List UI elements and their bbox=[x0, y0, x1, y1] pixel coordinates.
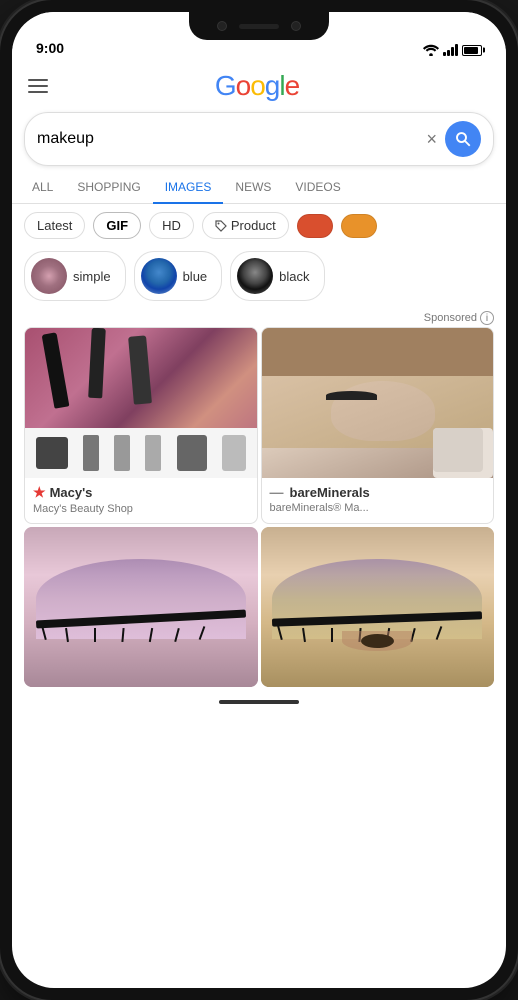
star-icon: ★ bbox=[33, 484, 46, 501]
product-label: Product bbox=[231, 218, 276, 233]
filter-latest[interactable]: Latest bbox=[24, 212, 85, 239]
macys-info: ★ Macy's Macy's Beauty Shop bbox=[25, 478, 257, 523]
macys-mini-products bbox=[25, 428, 257, 478]
filter-product[interactable]: Product bbox=[202, 212, 289, 239]
macys-sublabel: Macy's Beauty Shop bbox=[33, 503, 249, 515]
bareminerals-sublabel: bareMinerals® Ma... bbox=[270, 502, 486, 514]
phone-screen: 9:00 bbox=[12, 12, 506, 988]
tab-news[interactable]: NEWS bbox=[223, 172, 283, 203]
related-blue[interactable]: blue bbox=[134, 251, 223, 301]
sponsored-section: Sponsored i bbox=[12, 309, 506, 327]
battery-icon bbox=[462, 45, 482, 56]
time-display: 9:00 bbox=[36, 40, 64, 56]
phone-frame: 9:00 bbox=[0, 0, 518, 1000]
status-icons bbox=[423, 44, 482, 56]
notch bbox=[189, 12, 329, 40]
dash-icon: — bbox=[270, 484, 284, 500]
search-icon bbox=[454, 130, 472, 148]
filter-gif[interactable]: GIF bbox=[93, 212, 141, 239]
related-blue-label: blue bbox=[183, 269, 208, 284]
related-searches: simple blue black bbox=[12, 247, 506, 309]
home-pill[interactable] bbox=[219, 700, 299, 704]
tab-images[interactable]: IMAGES bbox=[153, 172, 224, 204]
macys-product-image bbox=[25, 328, 257, 478]
wifi-icon bbox=[423, 44, 439, 56]
sponsored-info-button[interactable]: i bbox=[480, 311, 494, 325]
search-query: makeup bbox=[37, 130, 426, 148]
thumb-simple bbox=[31, 258, 67, 294]
bare-overlay bbox=[433, 428, 493, 478]
camera-icon-2 bbox=[291, 21, 301, 31]
logo-g2: g bbox=[265, 70, 280, 101]
tab-videos[interactable]: VIDEOS bbox=[283, 172, 352, 203]
tag-icon bbox=[215, 220, 227, 232]
eye-image-1[interactable] bbox=[24, 527, 258, 687]
search-bar[interactable]: makeup × bbox=[24, 112, 494, 166]
clear-search-button[interactable]: × bbox=[426, 129, 437, 150]
bareminerals-info: — bareMinerals bareMinerals® Ma... bbox=[262, 478, 494, 522]
thumb-blue bbox=[141, 258, 177, 294]
product-grid: ★ Macy's Macy's Beauty Shop bbox=[12, 327, 506, 524]
bareminerals-label: bareMinerals bbox=[290, 485, 370, 500]
filter-row: Latest GIF HD Product bbox=[12, 204, 506, 247]
product-card-macys[interactable]: ★ Macy's Macy's Beauty Shop bbox=[24, 327, 258, 524]
bottom-image-row bbox=[12, 527, 506, 687]
bareminerals-product-image bbox=[262, 328, 494, 478]
search-button[interactable] bbox=[445, 121, 481, 157]
nav-tabs: ALL SHOPPING IMAGES NEWS VIDEOS bbox=[12, 172, 506, 204]
camera-icon bbox=[217, 21, 227, 31]
tab-shopping[interactable]: SHOPPING bbox=[65, 172, 152, 203]
speaker bbox=[239, 24, 279, 29]
google-logo: Google bbox=[215, 70, 299, 102]
logo-o2: o bbox=[250, 70, 265, 101]
related-black-label: black bbox=[279, 269, 309, 284]
tab-all[interactable]: ALL bbox=[20, 172, 65, 203]
related-black[interactable]: black bbox=[230, 251, 324, 301]
related-simple-label: simple bbox=[73, 269, 111, 284]
logo-o1: o bbox=[236, 70, 251, 101]
thumb-black bbox=[237, 258, 273, 294]
color-swatch-orange[interactable] bbox=[341, 214, 377, 238]
google-header: Google bbox=[12, 62, 506, 106]
menu-button[interactable] bbox=[28, 79, 48, 93]
macys-label: Macy's bbox=[50, 485, 93, 500]
signal-bars bbox=[443, 44, 458, 56]
related-simple[interactable]: simple bbox=[24, 251, 126, 301]
macys-store-name: ★ Macy's bbox=[33, 484, 249, 501]
sponsored-text: Sponsored bbox=[424, 312, 477, 324]
product-card-bareminerals[interactable]: — bareMinerals bareMinerals® Ma... bbox=[261, 327, 495, 524]
bareminerals-store-name: — bareMinerals bbox=[270, 484, 486, 500]
eye-image-2[interactable] bbox=[261, 527, 495, 687]
home-indicator bbox=[12, 687, 506, 717]
filter-hd[interactable]: HD bbox=[149, 212, 194, 239]
logo-g: G bbox=[215, 70, 236, 101]
logo-e: e bbox=[285, 70, 300, 101]
color-swatch-red[interactable] bbox=[297, 214, 333, 238]
